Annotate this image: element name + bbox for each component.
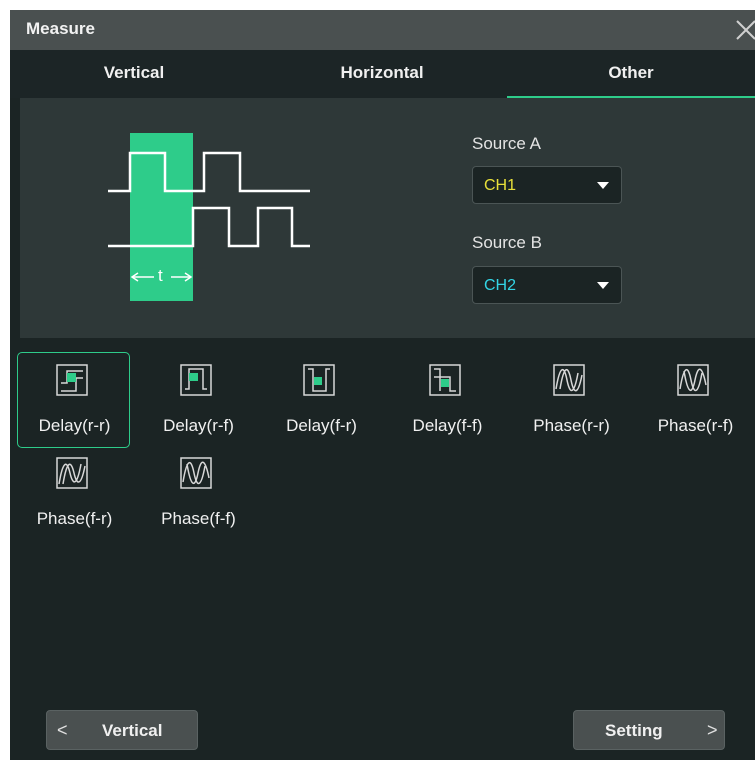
source-a-label: Source A xyxy=(472,134,541,153)
measure-label: Phase(r-f) xyxy=(657,416,734,435)
window-title: Measure xyxy=(26,19,95,38)
tab-other[interactable]: Other xyxy=(507,50,755,98)
back-vertical-button[interactable]: < Vertical xyxy=(46,710,198,750)
measure-label: Phase(f-r) xyxy=(36,509,113,528)
delay-rise-rise-icon xyxy=(56,364,88,396)
setting-button-label: Setting xyxy=(605,721,663,740)
measure-delay-fr[interactable]: Delay(f-r) xyxy=(264,352,377,448)
phase-rise-rise-icon xyxy=(553,364,585,396)
tab-vertical[interactable]: Vertical xyxy=(10,50,258,98)
measure-phase-rr[interactable]: Phase(r-r) xyxy=(514,352,627,448)
measure-phase-rf[interactable]: Phase(r-f) xyxy=(638,352,751,448)
setting-button[interactable]: Setting > xyxy=(573,710,725,750)
chevron-right-icon: > xyxy=(707,720,718,740)
time-label: t xyxy=(158,266,163,285)
outer-top-border xyxy=(0,0,755,10)
outer-left-border xyxy=(0,0,10,760)
source-a-select[interactable]: CH1 xyxy=(472,166,622,204)
measure-label: Delay(r-f) xyxy=(163,416,234,435)
back-button-label: Vertical xyxy=(102,721,163,740)
measure-delay-rr[interactable]: Delay(r-r) xyxy=(17,352,130,448)
measure-label: Delay(r-r) xyxy=(38,416,111,435)
phase-rise-fall-icon xyxy=(677,364,709,396)
phase-fall-fall-icon xyxy=(180,457,212,489)
caret-down-icon xyxy=(597,182,609,189)
source-b-label: Source B xyxy=(472,233,542,252)
measure-delay-ff[interactable]: Delay(f-f) xyxy=(390,352,503,448)
measure-phase-ff[interactable]: Phase(f-f) xyxy=(141,445,254,541)
caret-down-icon xyxy=(597,282,609,289)
delay-diagram xyxy=(108,133,310,301)
delay-fall-fall-icon xyxy=(429,364,461,396)
title-bar: Measure xyxy=(10,10,755,50)
diagram-panel: t Source A CH1 Source B CH2 xyxy=(20,98,755,338)
phase-fall-rise-icon xyxy=(56,457,88,489)
delay-fall-rise-icon xyxy=(303,364,335,396)
measure-phase-fr[interactable]: Phase(f-r) xyxy=(17,445,130,541)
source-b-value: CH2 xyxy=(484,277,517,294)
tab-bar: Vertical Horizontal Other xyxy=(10,50,755,98)
chevron-left-icon: < xyxy=(57,720,68,740)
close-icon[interactable] xyxy=(732,16,755,44)
tab-horizontal[interactable]: Horizontal xyxy=(258,50,506,98)
measure-label: Phase(f-f) xyxy=(161,509,236,528)
source-a-value: CH1 xyxy=(484,177,517,194)
measure-delay-rf[interactable]: Delay(r-f) xyxy=(141,352,254,448)
measure-label: Delay(f-r) xyxy=(286,416,357,435)
measure-label: Delay(f-f) xyxy=(412,416,483,435)
source-b-select[interactable]: CH2 xyxy=(472,266,622,304)
delay-rise-fall-icon xyxy=(180,364,212,396)
measure-label: Phase(r-r) xyxy=(533,416,610,435)
